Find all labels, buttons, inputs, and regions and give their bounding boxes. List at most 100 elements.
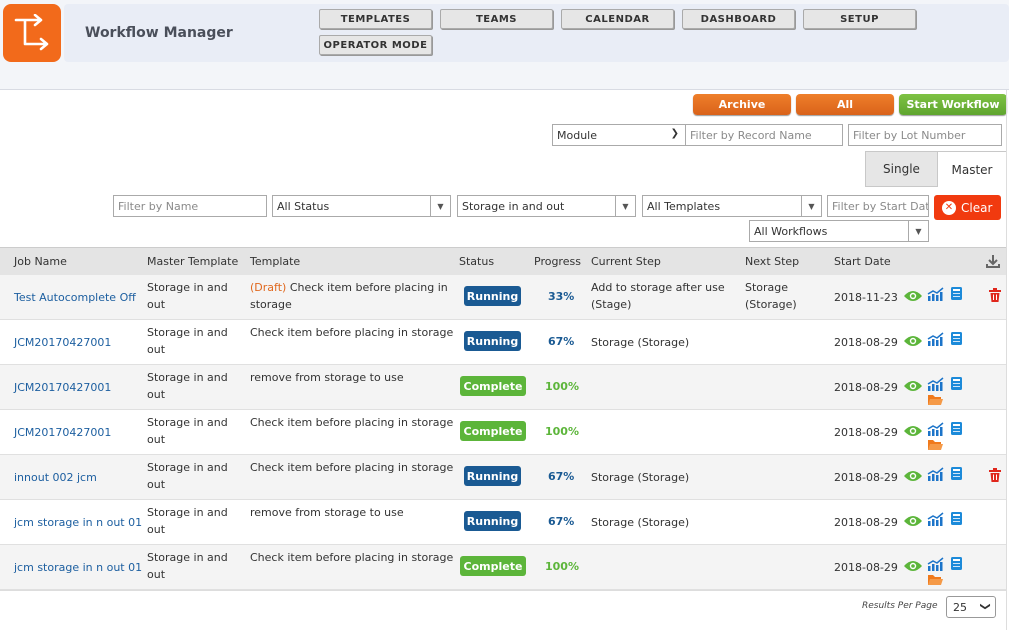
col-start-date[interactable]: Start Date: [834, 255, 891, 268]
start-date-cell: 2018-08-29: [834, 561, 898, 574]
master-template-select[interactable]: Storage in and out ▼: [457, 195, 636, 217]
template-cell: Check item before placing in storage: [250, 414, 455, 431]
template-cell: remove from storage to use: [250, 369, 455, 386]
col-job-name[interactable]: Job Name: [14, 255, 67, 268]
record-name-filter[interactable]: Filter by Record Name: [686, 124, 843, 146]
folder-open-icon[interactable]: [927, 438, 944, 454]
job-name-link[interactable]: Test Autocomplete Off: [14, 289, 136, 306]
nav-setup-button[interactable]: SETUP: [803, 9, 916, 29]
start-date-cell: 2018-08-29: [834, 516, 898, 529]
start-workflow-button[interactable]: Start Workflow: [899, 94, 1007, 115]
master-template-cell: Storage in and out: [147, 551, 228, 581]
status-badge: Complete: [460, 421, 526, 441]
next-step-cell: Storage (Storage): [745, 281, 797, 311]
document-icon[interactable]: [950, 286, 963, 304]
progress-value: 67%: [548, 515, 575, 528]
nav-operator-mode-button[interactable]: OPERATOR MODE: [319, 35, 432, 55]
table-row: jcm storage in n out 01 Storage in and ou…: [0, 545, 1007, 590]
progress-value: 100%: [545, 425, 579, 438]
master-template-cell: Storage in and out: [147, 326, 228, 356]
start-date-cell: 2018-08-29: [834, 336, 898, 349]
progress-chart-icon[interactable]: [927, 287, 944, 304]
dropdown-arrow-icon: ▼: [615, 196, 635, 216]
nav-dashboard-button[interactable]: DASHBOARD: [682, 9, 795, 29]
col-master-template[interactable]: Master Template: [147, 255, 238, 268]
status-select[interactable]: All Status ▼: [272, 195, 451, 217]
view-eye-icon[interactable]: [903, 334, 923, 351]
document-icon[interactable]: [950, 556, 963, 574]
folder-open-icon[interactable]: [927, 573, 944, 589]
document-icon[interactable]: [950, 376, 963, 394]
col-current-step[interactable]: Current Step: [591, 255, 661, 268]
job-name-link[interactable]: JCM20170427001: [14, 424, 111, 441]
templates-select-value: All Templates: [647, 199, 721, 213]
results-per-page-value: 25: [953, 600, 967, 614]
workflows-select[interactable]: All Workflows ▼: [749, 220, 929, 242]
delete-trash-icon[interactable]: [989, 468, 1001, 485]
panel-border: [1006, 90, 1007, 630]
clear-button-label: Clear: [961, 200, 993, 215]
col-status[interactable]: Status: [459, 255, 494, 268]
template-cell: Check item before placing in storage: [250, 549, 455, 566]
module-select[interactable]: Module ❯: [552, 124, 686, 146]
name-filter[interactable]: Filter by Name: [113, 195, 267, 217]
job-name-link[interactable]: JCM20170427001: [14, 334, 111, 351]
progress-chart-icon[interactable]: [927, 557, 944, 574]
view-eye-icon[interactable]: [903, 379, 923, 396]
tab-master[interactable]: Master: [937, 151, 1007, 187]
lot-number-filter[interactable]: Filter by Lot Number: [848, 124, 1002, 146]
status-badge: Running: [464, 511, 521, 531]
job-name-link[interactable]: innout 002 jcm: [14, 469, 97, 486]
current-step-cell: Storage (Storage): [591, 471, 690, 484]
table-row: jcm storage in n out 01 Storage in and ou…: [0, 500, 1007, 545]
view-eye-icon[interactable]: [903, 514, 923, 531]
workflows-select-value: All Workflows: [754, 224, 828, 238]
clear-button[interactable]: ✕ Clear: [934, 195, 1001, 220]
view-eye-icon[interactable]: [903, 289, 923, 306]
template-cell: (Draft) Check item before placing in sto…: [250, 279, 455, 313]
document-icon[interactable]: [950, 466, 963, 484]
table-row: innout 002 jcm Storage in and out Check it…: [0, 455, 1007, 500]
progress-chart-icon[interactable]: [927, 377, 944, 394]
tab-single[interactable]: Single: [865, 151, 938, 187]
view-eye-icon[interactable]: [903, 469, 923, 486]
job-name-link[interactable]: JCM20170427001: [14, 379, 111, 396]
results-per-page-select[interactable]: 25 ❯: [946, 596, 996, 618]
master-template-select-value: Storage in and out: [462, 199, 565, 213]
progress-chart-icon[interactable]: [927, 512, 944, 529]
col-next-step[interactable]: Next Step: [745, 255, 799, 268]
job-name-link[interactable]: jcm storage in n out 01: [14, 559, 142, 576]
archive-button[interactable]: Archive: [693, 94, 791, 115]
results-per-page-label: Results Per Page: [862, 601, 938, 611]
status-badge: Complete: [460, 376, 526, 396]
progress-chart-icon[interactable]: [927, 422, 944, 439]
document-icon[interactable]: [950, 421, 963, 439]
app-header: Workflow Manager TEMPLATES TEAMS CALENDA…: [0, 0, 1009, 90]
document-icon[interactable]: [950, 331, 963, 349]
master-template-cell: Storage in and out: [147, 461, 228, 491]
table-header: Job Name Master Template Template Status…: [0, 247, 1007, 275]
app-logo[interactable]: [3, 4, 61, 62]
nav-calendar-button[interactable]: CALENDAR: [561, 9, 674, 29]
nav-templates-button[interactable]: TEMPLATES: [319, 9, 432, 29]
progress-chart-icon[interactable]: [927, 332, 944, 349]
templates-select[interactable]: All Templates ▼: [642, 195, 822, 217]
col-template[interactable]: Template: [250, 255, 300, 268]
job-name-link[interactable]: jcm storage in n out 01: [14, 514, 142, 531]
folder-open-icon[interactable]: [927, 393, 944, 409]
document-icon[interactable]: [950, 511, 963, 529]
start-date-cell: 2018-08-29: [834, 471, 898, 484]
delete-trash-icon[interactable]: [989, 288, 1001, 305]
download-icon[interactable]: [985, 253, 1001, 269]
col-progress[interactable]: Progress: [534, 255, 581, 268]
template-name: remove from storage to use: [250, 371, 404, 384]
all-button[interactable]: All: [796, 94, 894, 115]
view-eye-icon[interactable]: [903, 559, 923, 576]
progress-value: 67%: [548, 335, 575, 348]
progress-chart-icon[interactable]: [927, 467, 944, 484]
dropdown-arrow-icon: ▼: [908, 221, 928, 241]
start-date-filter[interactable]: Filter by Start Date: [827, 195, 929, 217]
view-eye-icon[interactable]: [903, 424, 923, 441]
start-date-cell: 2018-08-29: [834, 426, 898, 439]
nav-teams-button[interactable]: TEAMS: [440, 9, 553, 29]
